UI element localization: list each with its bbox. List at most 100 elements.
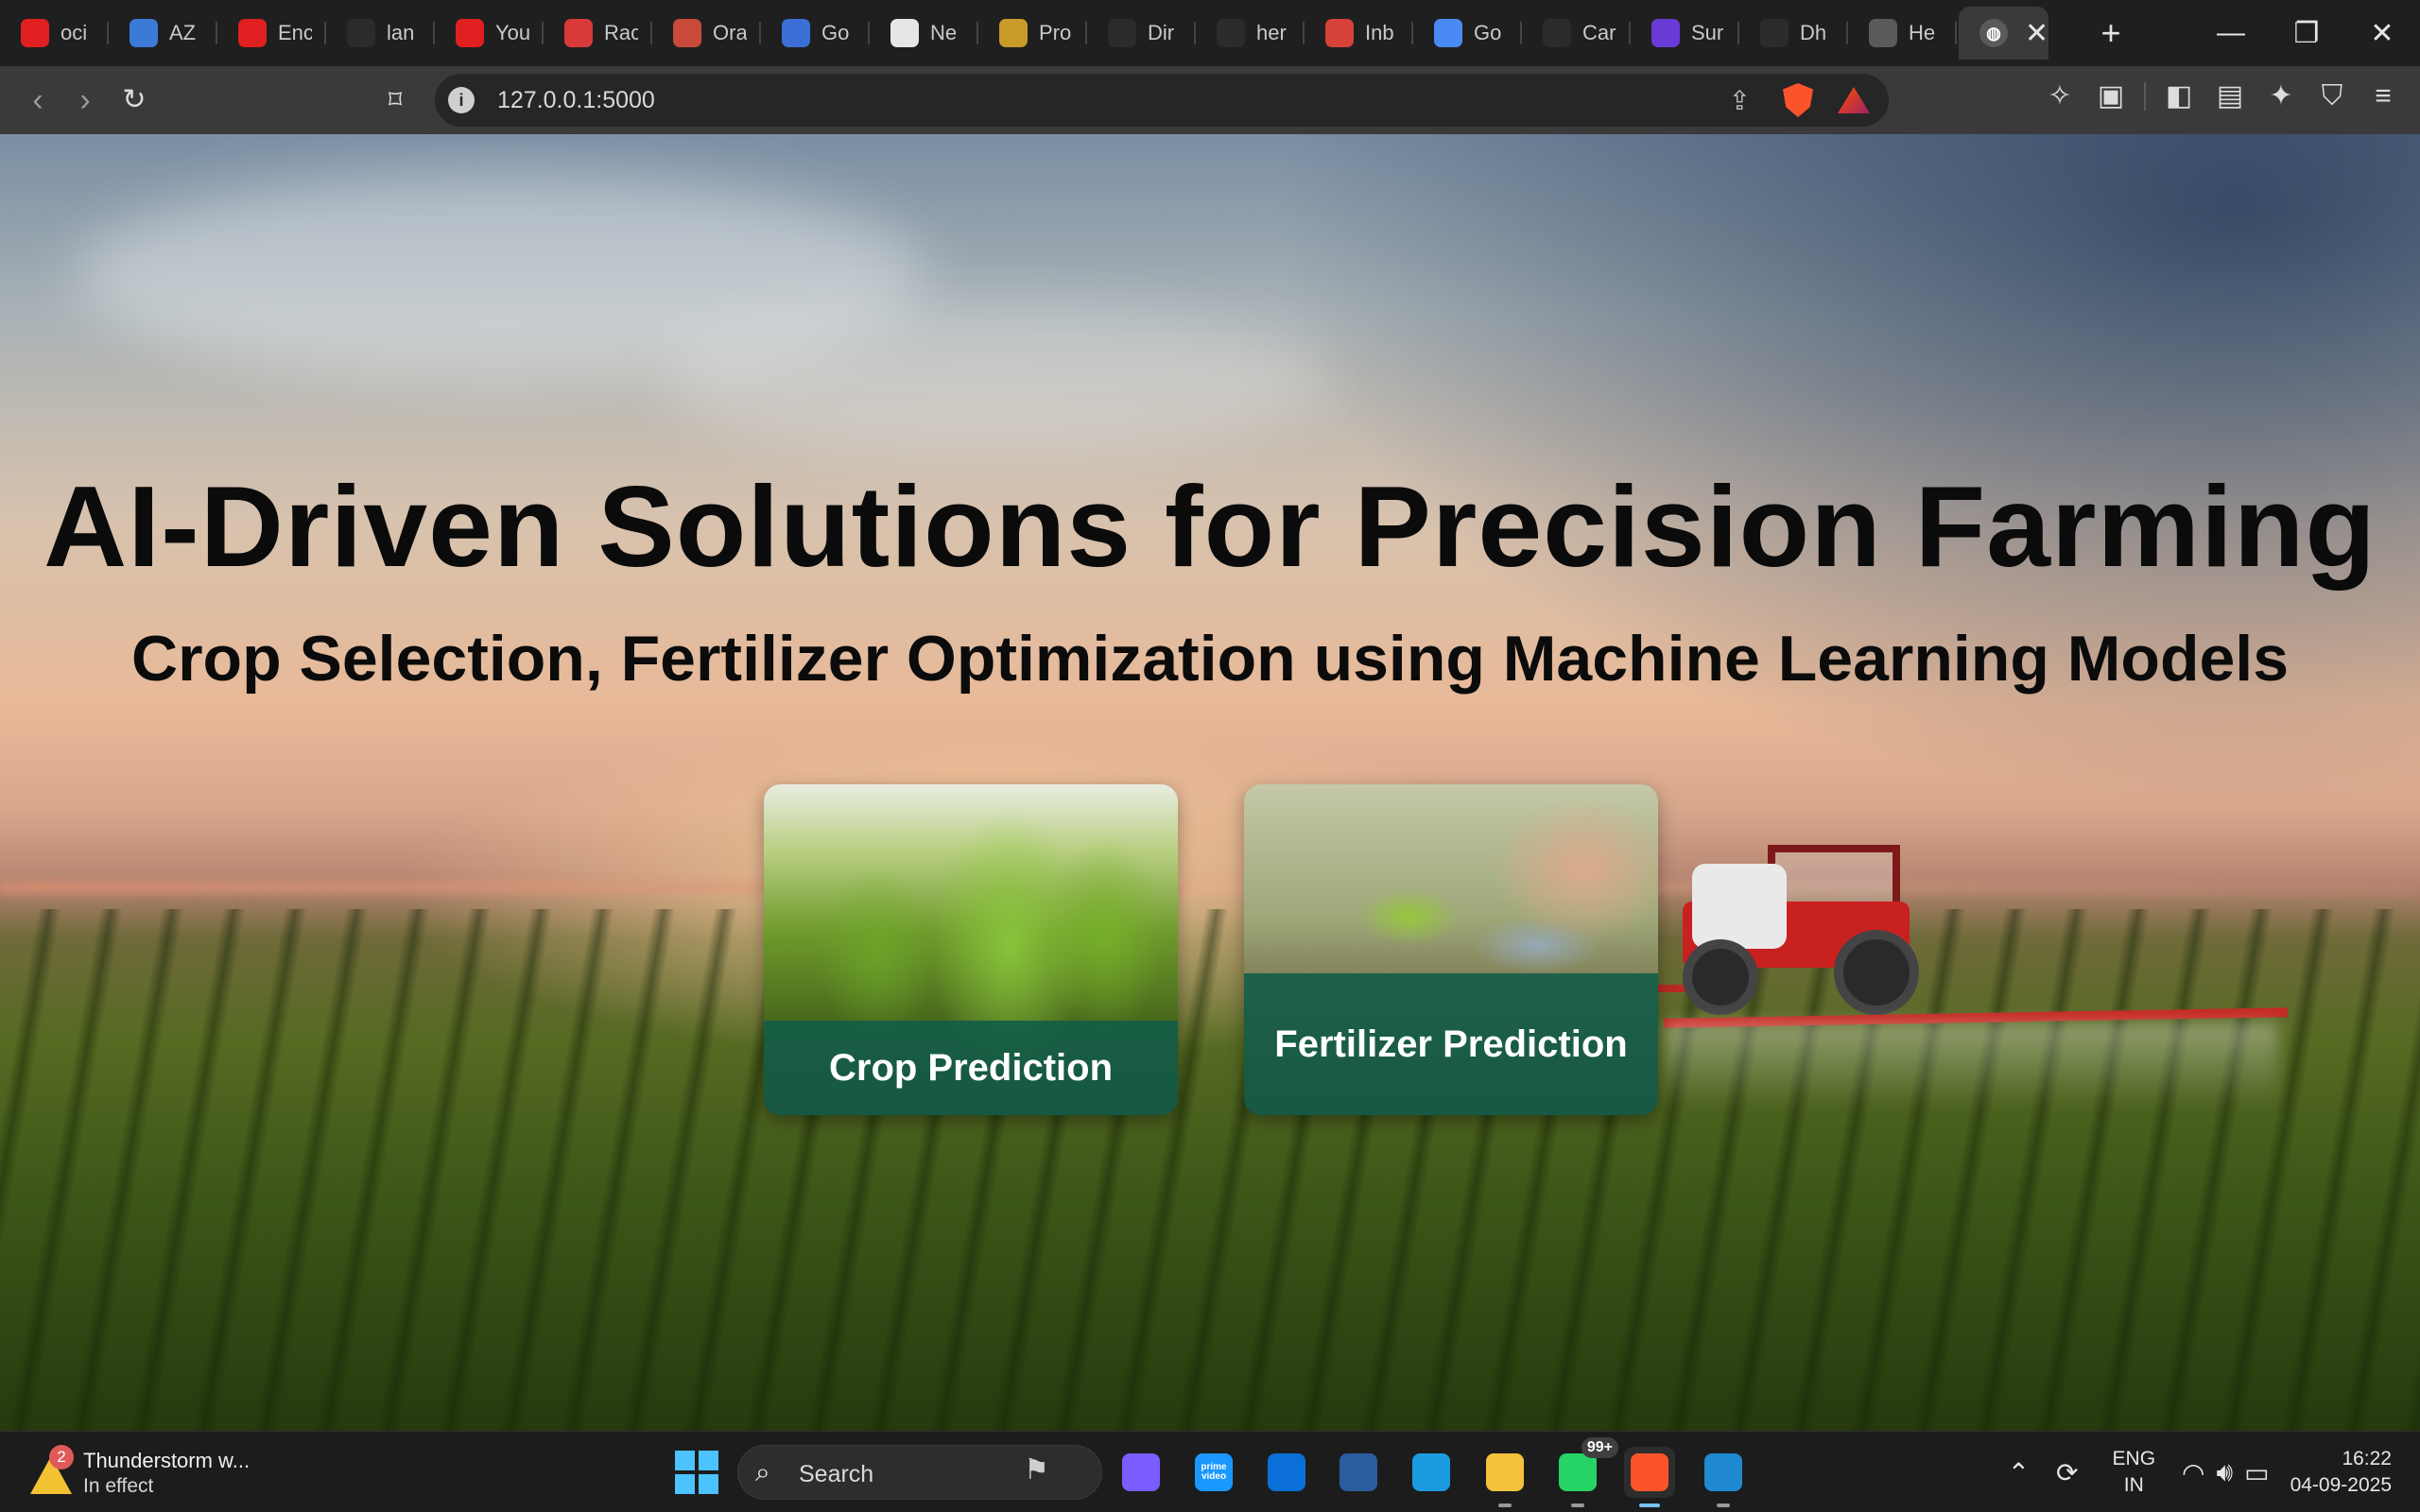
- volume-icon[interactable]: 🔊︎: [2216, 1457, 2233, 1488]
- running-indicator: [1498, 1503, 1512, 1507]
- tab-12[interactable]: Inb: [1305, 7, 1413, 60]
- weather-status: In effect: [83, 1475, 154, 1497]
- microsoft-store-icon[interactable]: [1261, 1447, 1312, 1498]
- minimize-icon[interactable]: —: [2193, 17, 2269, 49]
- tab-17[interactable]: He: [1848, 7, 1957, 60]
- tab-2[interactable]: Enc: [217, 7, 326, 60]
- crop-prediction-label[interactable]: Crop Prediction: [764, 1021, 1178, 1115]
- tab-1[interactable]: AZ: [109, 7, 217, 60]
- tab-title: Enc: [278, 21, 312, 44]
- forward-icon[interactable]: ›: [64, 79, 106, 121]
- close-window-icon[interactable]: ✕: [2344, 17, 2420, 50]
- page-title: AI-Driven Solutions for Precision Farmin…: [43, 462, 2377, 591]
- url-text[interactable]: 127.0.0.1:5000: [497, 87, 655, 114]
- fertilizer-prediction-label[interactable]: Fertilizer Prediction: [1244, 973, 1658, 1115]
- language-indicator[interactable]: ENG IN: [2113, 1446, 2156, 1499]
- whatsapp-icon[interactable]: 99+: [1552, 1437, 1618, 1507]
- tab-10[interactable]: Dir: [1087, 7, 1196, 60]
- share-icon[interactable]: ⇪: [1729, 85, 1751, 116]
- clock[interactable]: 16:22 04-09-2025: [2290, 1446, 2392, 1499]
- horizon: [0, 881, 2420, 894]
- edge-icon[interactable]: [1406, 1447, 1457, 1498]
- tab-9[interactable]: Pro: [978, 7, 1087, 60]
- vscode-icon[interactable]: [1698, 1447, 1749, 1507]
- tab-8[interactable]: Ne: [870, 7, 978, 60]
- brave-rewards-icon[interactable]: [1838, 87, 1870, 113]
- search-icon: ⌕: [755, 1457, 770, 1486]
- globe-icon: [1869, 19, 1897, 47]
- youtube-icon: [238, 19, 267, 47]
- search-placeholder: Search: [799, 1461, 874, 1487]
- battery-icon[interactable]: ▭: [2244, 1457, 2269, 1488]
- start-button[interactable]: [675, 1451, 718, 1494]
- file-explorer-icon[interactable]: [1479, 1447, 1530, 1507]
- close-tab-icon[interactable]: ✕: [2025, 17, 2048, 50]
- tab-6[interactable]: Ora: [652, 7, 761, 60]
- site-info-icon[interactable]: i: [448, 87, 475, 113]
- browser-toolbar: ‹ › ↻ ⌑ i 127.0.0.1:5000 ⇪ ✧ ▣ ◧ ▤ ✦ ⛉ ≡: [0, 66, 2420, 134]
- github-icon: [1217, 19, 1245, 47]
- address-bar[interactable]: i 127.0.0.1:5000 ⇪: [435, 74, 1889, 127]
- sidebar-icon[interactable]: ◧: [2153, 79, 2204, 112]
- wifi-icon[interactable]: ◠: [2182, 1457, 2204, 1488]
- browser-tab-strip: oci AZ Enc lan You Rac Ora Go Ne Pro Dir her Inb Go Ca…: [0, 0, 2420, 66]
- tab-0[interactable]: oci: [0, 7, 109, 60]
- tab-16[interactable]: Dh: [1739, 7, 1848, 60]
- oracle-icon: [673, 19, 701, 47]
- mysql-workbench-icon[interactable]: [1333, 1447, 1384, 1498]
- surfshark-icon: [1651, 19, 1680, 47]
- vscode-glyph: [1704, 1453, 1742, 1491]
- tab-3[interactable]: lan: [326, 7, 435, 60]
- running-indicator: [1639, 1503, 1660, 1507]
- system-tray: ⌃ ⟳ ENG IN ◠ 🔊︎ ▭ 16:22 04-09-2025: [1995, 1432, 2403, 1512]
- copilot-icon[interactable]: [1115, 1447, 1167, 1498]
- leo-ai-icon[interactable]: ✦: [2256, 79, 2307, 112]
- running-indicator: [1717, 1503, 1730, 1507]
- bookmark-icon[interactable]: ⌑: [374, 79, 416, 121]
- prime-video-icon[interactable]: prime video: [1188, 1447, 1239, 1498]
- crop-prediction-card[interactable]: Crop Prediction: [764, 784, 1178, 1115]
- sync-icon[interactable]: ⟳: [2056, 1457, 2078, 1488]
- brave-shields-icon[interactable]: [1783, 83, 1813, 117]
- tab-title: Go: [1474, 21, 1502, 44]
- reload-icon[interactable]: ↻: [113, 79, 155, 121]
- spray-mist: [1664, 1022, 2278, 1108]
- vpn-shield-icon[interactable]: ⛉: [2307, 80, 2358, 112]
- weather-widget[interactable]: 2 Thunderstorm w... In effect: [28, 1445, 274, 1502]
- tab-15[interactable]: Sur: [1631, 7, 1739, 60]
- restore-icon[interactable]: ❐: [2269, 17, 2344, 50]
- github-icon: [347, 19, 375, 47]
- youtube-icon: [21, 19, 49, 47]
- tab-active[interactable]: ◍ ✕: [1959, 7, 2048, 60]
- fertilizer-prediction-card[interactable]: Fertilizer Prediction: [1244, 784, 1658, 1115]
- tab-11[interactable]: her: [1196, 7, 1305, 60]
- reader-mode-icon[interactable]: ▣: [2085, 79, 2136, 112]
- wallet-icon[interactable]: ▤: [2204, 79, 2256, 112]
- github-icon: [1760, 19, 1789, 47]
- brave-icon[interactable]: [1624, 1447, 1675, 1507]
- taskbar-search[interactable]: ⌕ Search ⚑: [737, 1445, 1102, 1500]
- new-tab-button[interactable]: +: [2092, 13, 2130, 53]
- tab-title: AZ: [169, 21, 197, 44]
- tab-title: oci: [60, 21, 88, 44]
- tab-5[interactable]: Rac: [544, 7, 652, 60]
- tab-14[interactable]: Car: [1522, 7, 1631, 60]
- chevron-up-icon[interactable]: ⌃: [2008, 1457, 2030, 1488]
- prompt-icon: [999, 19, 1028, 47]
- time: 16:22: [2342, 1448, 2392, 1469]
- notification-badge: 99+: [1581, 1437, 1618, 1458]
- cloud: [662, 304, 1323, 455]
- page-hero: AI-Driven Solutions for Precision Farmin…: [0, 134, 2420, 1431]
- tab-title: Sur: [1691, 21, 1724, 44]
- back-icon[interactable]: ‹: [17, 79, 59, 121]
- toolbar-divider: [2144, 81, 2146, 111]
- edge-glyph: [1412, 1453, 1450, 1491]
- extensions-icon[interactable]: ✧: [2034, 79, 2085, 112]
- tab-13[interactable]: Go: [1413, 7, 1522, 60]
- lang-line2: IN: [2123, 1474, 2144, 1496]
- menu-icon[interactable]: ≡: [2358, 80, 2409, 112]
- tab-title: He: [1909, 21, 1936, 44]
- toolbar-actions: ✧ ▣ ◧ ▤ ✦ ⛉ ≡: [2034, 79, 2409, 112]
- tab-4[interactable]: You: [435, 7, 544, 60]
- tab-7[interactable]: Go: [761, 7, 870, 60]
